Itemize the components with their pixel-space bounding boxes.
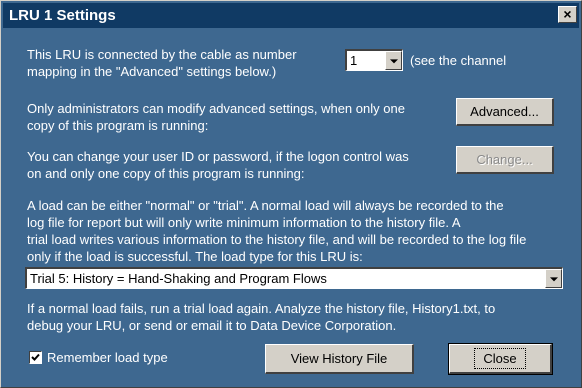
close-window-button[interactable]: × xyxy=(558,6,577,23)
failure-text-line1: If a normal load fails, run a trial load… xyxy=(27,301,496,316)
chevron-down-icon xyxy=(389,58,398,63)
view-history-file-button[interactable]: View History File xyxy=(265,344,414,374)
load-type-select[interactable]: Trial 5: History = Hand-Shaking and Prog… xyxy=(25,267,563,289)
load-text-line1: A load can be either "normal" or "trial"… xyxy=(27,198,504,213)
user-text-line2: on and only one copy of this program is … xyxy=(27,166,305,181)
window-title: LRU 1 Settings xyxy=(9,7,116,24)
lru-settings-dialog: LRU 1 Settings × This LRU is connected b… xyxy=(0,0,582,388)
chevron-down-icon xyxy=(549,276,558,281)
check-icon xyxy=(31,353,40,361)
cable-text-line1: This LRU is connected by the cable as nu… xyxy=(27,47,297,62)
remember-load-type-checkbox[interactable] xyxy=(29,351,42,364)
cable-number-value: 1 xyxy=(350,53,358,68)
user-text-line1: You can change your user ID or password,… xyxy=(27,149,409,164)
cable-note: (see the channel xyxy=(410,53,507,68)
view-history-button-label: View History File xyxy=(290,351,388,366)
failure-text-line2: debug your LRU, or send or email it to D… xyxy=(27,318,397,333)
advanced-button[interactable]: Advanced... xyxy=(456,98,554,126)
remember-load-type-label[interactable]: Remember load type xyxy=(47,349,168,366)
change-button[interactable]: Change... xyxy=(456,146,554,174)
close-button[interactable]: Close xyxy=(448,343,553,375)
change-button-label: Change... xyxy=(476,152,533,167)
load-type-value: Trial 5: History = Hand-Shaking and Prog… xyxy=(30,271,327,286)
close-button-label: Close xyxy=(474,348,526,369)
title-bar[interactable]: LRU 1 Settings × xyxy=(3,3,579,28)
load-text-line3: trial load writes various information to… xyxy=(27,232,527,247)
admin-text-line1: Only administrators can modify advanced … xyxy=(27,101,405,116)
cable-number-dropdown-button[interactable] xyxy=(385,51,402,70)
cable-text-line2: mapping in the "Advanced" settings below… xyxy=(27,64,277,79)
load-text-line4: only if the load is successful. The load… xyxy=(27,249,363,264)
advanced-button-label: Advanced... xyxy=(470,104,539,119)
cable-number-select[interactable]: 1 xyxy=(345,49,403,71)
load-text-line2: log file for report but will only write … xyxy=(27,215,461,230)
close-icon: × xyxy=(563,6,572,22)
load-type-dropdown-button[interactable] xyxy=(545,269,562,288)
admin-text-line2: copy of this program is running: xyxy=(27,118,209,133)
